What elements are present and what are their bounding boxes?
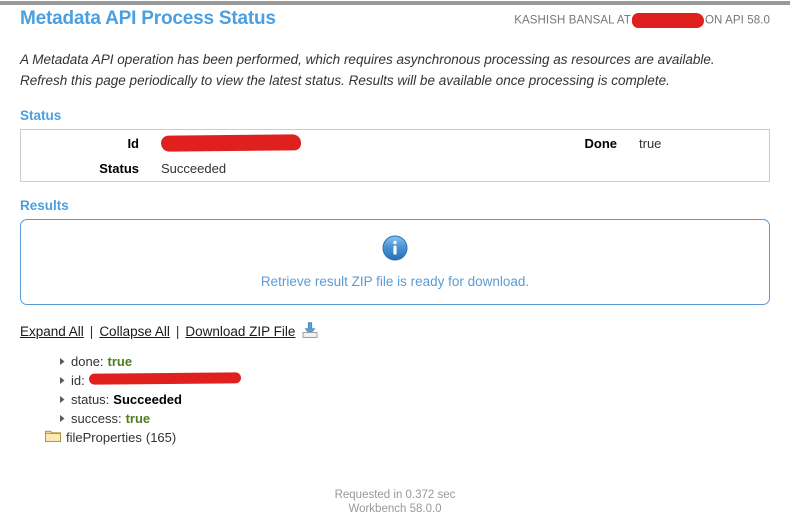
redacted-org-name <box>631 13 704 28</box>
table-row: Status Succeeded <box>21 156 770 182</box>
intro-paragraph: A Metadata API operation has been perfor… <box>20 52 715 88</box>
status-value: Succeeded <box>161 161 227 177</box>
page-container: Metadata API Process Status KASHISH BANS… <box>0 6 790 447</box>
status-section-heading: Status <box>20 107 62 123</box>
list-item[interactable]: id: 00D5i000000XXXXEAM <box>58 371 790 390</box>
download-zip-link[interactable]: Download ZIP File <box>185 324 295 339</box>
tree-key: done: <box>71 354 104 370</box>
tree-node-arrow-icon[interactable] <box>58 409 71 428</box>
empty-value <box>625 156 770 182</box>
tree-key: id: <box>71 373 85 389</box>
tree-key: status: <box>71 392 110 408</box>
tree-value-id-link[interactable]: 00D5i000000XXXXEAM <box>88 371 241 390</box>
table-row: Id Done true <box>21 129 770 156</box>
folder-icon[interactable] <box>45 428 61 447</box>
page-title: Metadata API Process Status <box>20 8 276 29</box>
download-icon[interactable] <box>301 321 319 342</box>
tree-node-arrow-icon[interactable] <box>58 352 71 371</box>
user-context-suffix: ON API 58.0 <box>704 14 770 27</box>
tree-node-arrow-icon[interactable] <box>58 371 71 390</box>
tree-value: true <box>107 354 133 370</box>
folder-label: fileProperties <box>66 430 142 446</box>
folder-count: (165) <box>145 430 177 446</box>
user-context-label: KASHISH BANSAL AT ON API 58.0 <box>514 13 770 28</box>
empty-label <box>499 156 625 182</box>
footer-request-time: Requested in 0.372 sec <box>334 489 456 501</box>
page-header: Metadata API Process Status KASHISH BANS… <box>0 6 790 36</box>
tree-key: success: <box>71 411 122 427</box>
done-label: Done <box>584 135 618 151</box>
done-value: true <box>639 135 662 151</box>
id-value <box>147 129 499 156</box>
footer-version: Workbench 58.0.0 <box>348 503 442 515</box>
results-section-heading: Results <box>20 198 69 214</box>
tree-node-arrow-icon[interactable] <box>58 390 71 409</box>
tree-value: Succeeded <box>113 392 182 408</box>
list-item[interactable]: success: true <box>58 409 790 428</box>
link-separator-2: | <box>175 324 180 340</box>
link-separator-1: | <box>89 324 94 340</box>
tree-value: true <box>125 411 151 427</box>
status-table: Id Done true Status Succeeded <box>20 128 770 183</box>
result-tree: done: true id: 00D5i000000XXXXEAM status… <box>45 352 790 447</box>
status-label: Status <box>99 161 139 177</box>
redacted-id-value <box>160 134 302 153</box>
id-label: Id <box>127 135 139 151</box>
list-item-folder[interactable]: fileProperties (165) <box>45 428 790 447</box>
list-item[interactable]: done: true <box>58 352 790 371</box>
redacted-id-link-value <box>88 372 241 386</box>
info-icon <box>382 235 408 264</box>
results-panel: Retrieve result ZIP file is ready for do… <box>20 219 770 306</box>
collapse-all-link[interactable]: Collapse All <box>99 324 170 339</box>
footer: Requested in 0.372 sec Workbench 58.0.0 <box>0 488 790 516</box>
expand-all-link[interactable]: Expand All <box>20 324 84 339</box>
results-message: Retrieve result ZIP file is ready for do… <box>260 274 530 290</box>
user-context-prefix: KASHISH BANSAL AT <box>514 14 631 27</box>
tree-actions-row: Expand All | Collapse All | Download ZIP… <box>20 321 790 342</box>
list-item[interactable]: status: Succeeded <box>58 390 790 409</box>
